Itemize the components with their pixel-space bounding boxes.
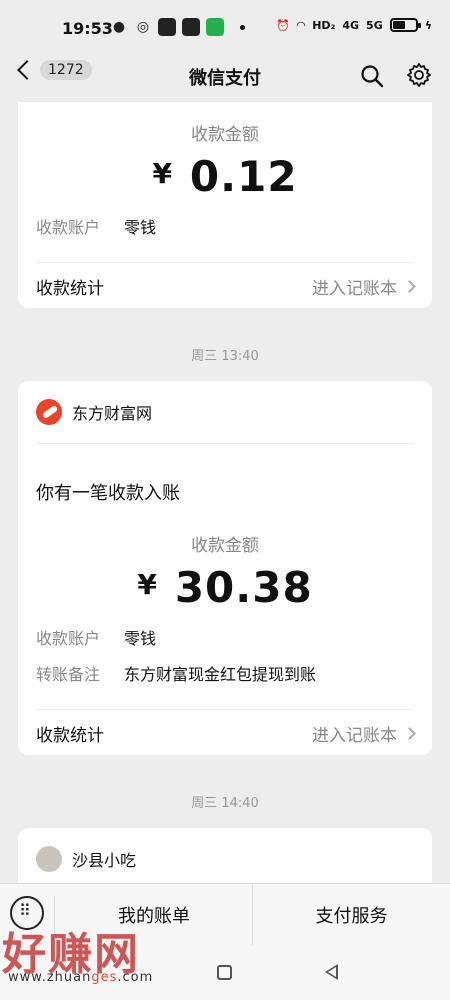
notification-icon: ◎: [136, 19, 150, 35]
watermark-url-part: www.zhuan: [8, 970, 92, 985]
tiktok-icon: [158, 18, 176, 36]
green-app-icon: [206, 18, 224, 36]
merchant-name: 东方财富网: [72, 404, 153, 423]
status-right: ⏰ ◠ HD₂ 4G 5G ϟ: [276, 18, 432, 32]
signal-4g: 4G: [342, 18, 360, 32]
amount-value: 0.12: [189, 152, 298, 201]
ledger-link-label: 进入记账本: [312, 726, 397, 746]
hd-label: HD₂: [312, 18, 336, 32]
stats-row[interactable]: 收款统计 进入记账本: [36, 274, 416, 299]
account-row: 收款账户 零钱: [36, 625, 156, 649]
status-time: 19:53: [62, 19, 113, 38]
app-icon: [182, 18, 200, 36]
ledger-link-label: 进入记账本: [312, 279, 397, 299]
amount: ¥30.38: [18, 563, 432, 612]
more-dot-icon: [240, 24, 245, 30]
stats-label: 收款统计: [36, 279, 104, 299]
nav-bar: 1272 微信支付: [0, 52, 450, 100]
watermark-url: www.zhuanges.com: [8, 970, 153, 985]
home-icon[interactable]: [217, 965, 232, 980]
search-icon[interactable]: [360, 64, 384, 88]
amount-value: 30.38: [174, 563, 313, 612]
watermark-url-highlight: ges: [91, 970, 118, 985]
payment-card-1[interactable]: 收款金额 ¥0.12 收款账户 零钱 收款统计 进入记账本: [18, 102, 432, 308]
back-triangle-icon[interactable]: [325, 964, 338, 980]
note-value: 东方财富现金红包提现到账: [124, 665, 317, 684]
merchant-avatar: [36, 846, 62, 872]
merchant-header[interactable]: 沙县小吃: [36, 846, 136, 872]
tab-payment-services[interactable]: 支付服务: [252, 884, 450, 946]
ledger-link[interactable]: 进入记账本: [312, 274, 416, 299]
battery-icon: [389, 18, 421, 32]
account-key: 收款账户: [36, 218, 101, 237]
account-key: 收款账户: [36, 629, 101, 648]
stats-row[interactable]: 收款统计 进入记账本: [36, 721, 416, 746]
wechat-icon: ●: [112, 19, 126, 35]
note-row: 转账备注 东方财富现金红包提现到账: [36, 661, 316, 685]
payment-card-3[interactable]: 沙县小吃: [18, 828, 432, 888]
divider: [36, 443, 414, 444]
divider: [36, 709, 414, 710]
alarm-icon: ⏰: [276, 18, 290, 32]
divider: [36, 262, 414, 263]
charging-icon: ϟ: [424, 18, 432, 32]
signal-5g: 5G: [366, 18, 383, 32]
amount-label: 收款金额: [191, 125, 259, 145]
gear-icon[interactable]: [406, 62, 432, 88]
amount-label: 收款金额: [191, 536, 259, 556]
payment-card-2[interactable]: 东方财富网 你有一笔收款入账 收款金额 ¥30.38 收款账户 零钱 转账备注 …: [18, 381, 432, 755]
note-key: 转账备注: [36, 665, 101, 684]
account-value: 零钱: [124, 218, 157, 237]
account-row: 收款账户 零钱: [36, 214, 156, 238]
currency-symbol: ¥: [152, 157, 172, 190]
merchant-header[interactable]: 东方财富网: [36, 399, 152, 425]
wifi-icon: ◠: [296, 18, 306, 32]
watermark: 好赚网 www.zhuanges.com: [2, 918, 152, 985]
watermark-url-part: .com: [117, 970, 154, 985]
status-bar: 19:53 ● ◎ ⏰ ◠ HD₂ 4G 5G ϟ: [0, 0, 450, 58]
merchant-name: 沙县小吃: [72, 851, 137, 870]
message-title: 你有一笔收款入账: [36, 483, 180, 504]
ledger-link[interactable]: 进入记账本: [312, 721, 416, 746]
amount: ¥0.12: [18, 152, 432, 201]
time-separator: 周三 14:40: [191, 796, 259, 811]
account-value: 零钱: [124, 629, 157, 648]
chevron-right-icon: [403, 280, 416, 293]
chevron-right-icon: [403, 727, 416, 740]
merchant-logo-icon: [36, 399, 62, 425]
time-separator: 周三 13:40: [191, 349, 259, 364]
status-notification-icons: ● ◎: [110, 18, 245, 36]
currency-symbol: ¥: [137, 568, 157, 601]
stats-label: 收款统计: [36, 726, 104, 746]
